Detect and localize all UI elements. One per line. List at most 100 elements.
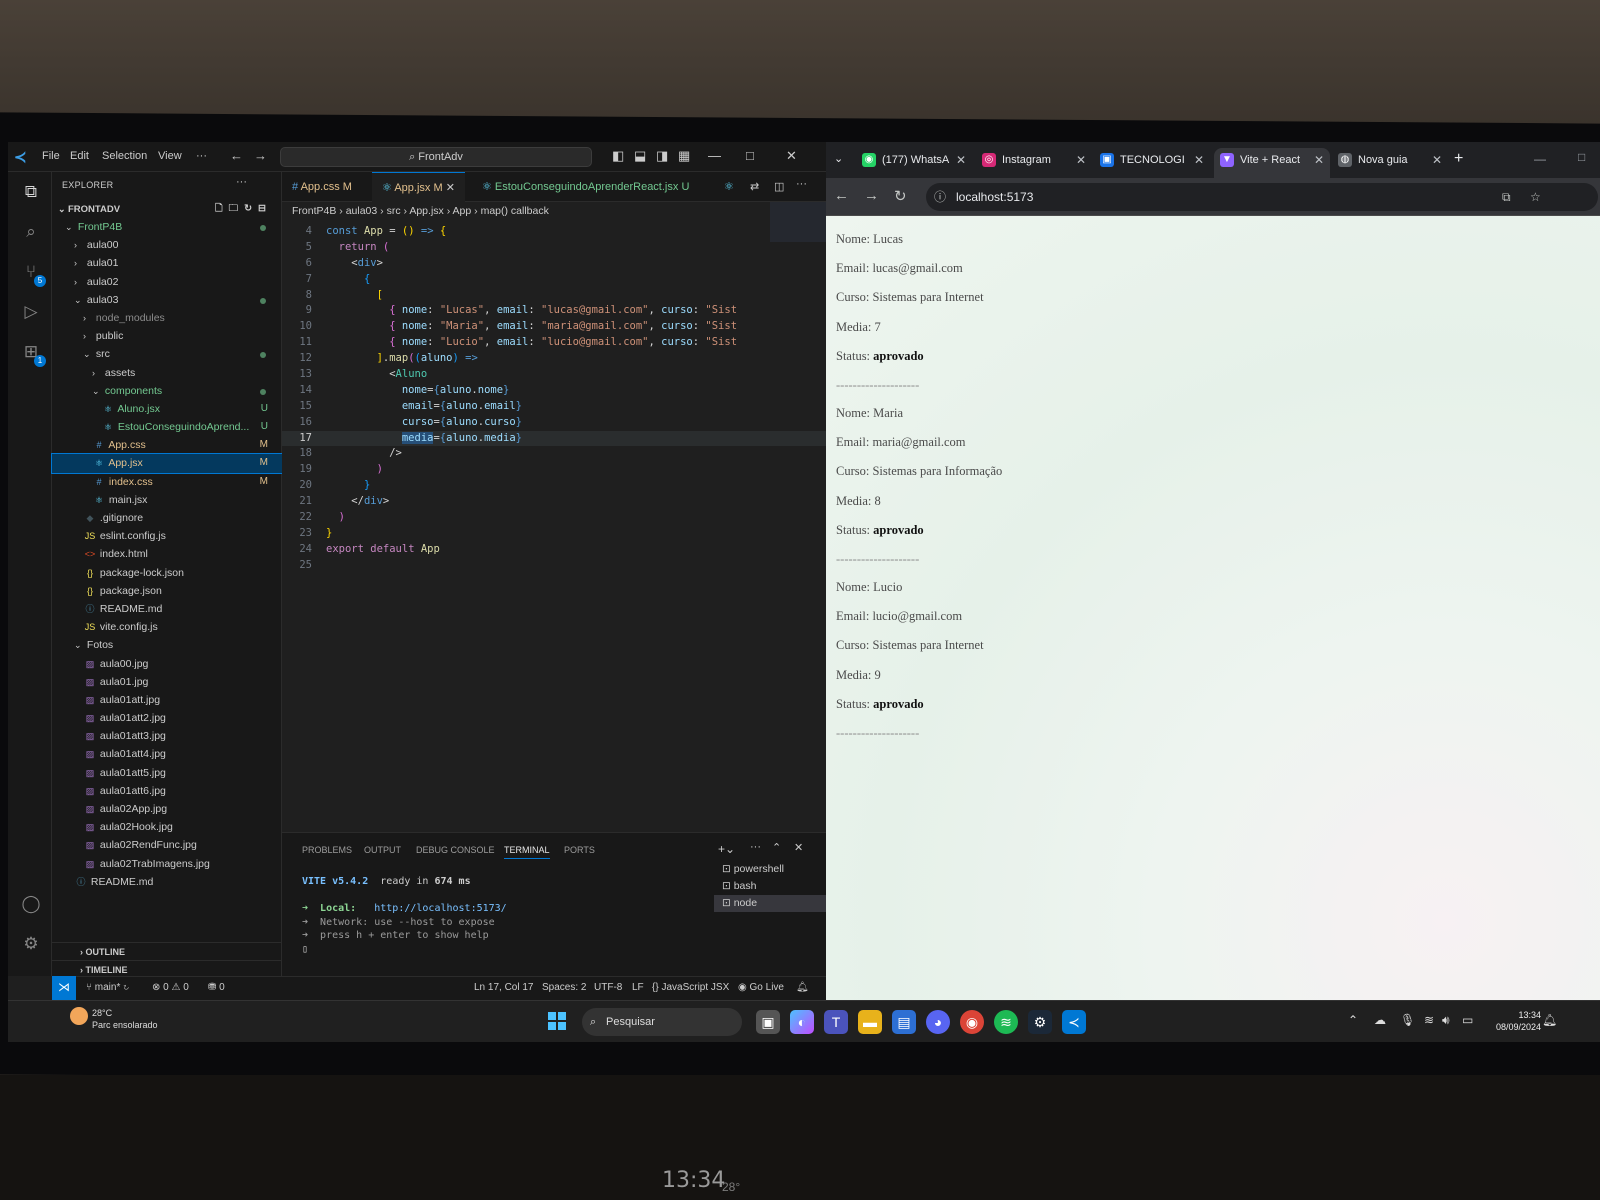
tab-app-jsx[interactable]: ⚛ App.jsx M ✕: [372, 172, 465, 202]
tree-item[interactable]: ⓘ README.md: [52, 600, 282, 618]
remote-indicator-icon[interactable]: ⋊: [52, 976, 76, 1000]
code-line[interactable]: 16 curso={aluno.curso}: [282, 415, 826, 431]
account-icon[interactable]: ◯: [20, 894, 42, 916]
tab-terminal[interactable]: TERMINAL: [504, 845, 550, 859]
compare-icon[interactable]: ⇄: [750, 180, 759, 193]
breadcrumb-item[interactable]: FrontP4B: [292, 205, 336, 217]
menu-view[interactable]: View: [158, 150, 182, 162]
tray-expand-icon[interactable]: ⌃: [1348, 1013, 1358, 1027]
code-line[interactable]: 17 media={aluno.media}: [282, 430, 826, 447]
weather-widget[interactable]: 28°C Parc ensolarado: [92, 1007, 158, 1031]
vscode-taskbar-icon[interactable]: ≺: [1062, 1010, 1086, 1034]
breadcrumb-item[interactable]: App.jsx: [409, 205, 443, 217]
tab-app-css[interactable]: # App.css M: [282, 172, 362, 202]
close-tab-icon[interactable]: ✕: [1194, 148, 1204, 172]
code-line[interactable]: 19 ): [282, 462, 826, 478]
close-tab-icon[interactable]: ✕: [446, 182, 455, 194]
forward-arrow-icon[interactable]: →: [254, 148, 267, 163]
tree-item[interactable]: JS vite.config.js: [52, 618, 282, 636]
code-line[interactable]: 24 export default App: [282, 542, 826, 558]
code-line[interactable]: 14 nome={aluno.nome}: [282, 383, 826, 399]
browser-tab[interactable]: ◉ (177) WhatsA ✕: [856, 148, 972, 178]
close-tab-icon[interactable]: ✕: [1076, 148, 1086, 172]
go-live-button[interactable]: ◉ Go Live: [738, 982, 784, 993]
menu-more[interactable]: ···: [196, 150, 207, 162]
code-line[interactable]: 18 />: [282, 446, 826, 462]
close-window-icon[interactable]: ✕: [786, 148, 797, 164]
branch-indicator[interactable]: ⑂ main* ↻: [86, 982, 129, 993]
tree-item[interactable]: ▨ aula02TrabImagens.jpg: [52, 855, 282, 873]
browser-tab[interactable]: ◎ Instagram ✕: [976, 148, 1092, 178]
tree-item[interactable]: <> index.html: [52, 545, 282, 563]
tree-item[interactable]: ▨ aula02RendFunc.jpg: [52, 836, 282, 854]
chrome-icon[interactable]: ◉: [960, 1010, 984, 1034]
tab-problems[interactable]: PROBLEMS: [302, 845, 352, 855]
back-arrow-icon[interactable]: ←: [834, 187, 849, 204]
outline-section[interactable]: › OUTLINE: [52, 942, 282, 960]
code-line[interactable]: 13 <Aluno: [282, 367, 826, 383]
tree-item[interactable]: JS eslint.config.js: [52, 527, 282, 545]
tree-item[interactable]: › aula02: [52, 273, 282, 291]
tree-item[interactable]: ▨ aula01att.jpg: [52, 691, 282, 709]
run-debug-icon[interactable]: ▷: [20, 302, 42, 324]
tree-item[interactable]: {} package-lock.json: [52, 564, 282, 582]
system-clock[interactable]: 13:34 08/09/2024: [1496, 1009, 1541, 1033]
tree-item[interactable]: › public: [52, 327, 282, 345]
more-actions-icon[interactable]: ···: [796, 178, 807, 190]
tree-item[interactable]: ⚛ EstouConseguindoAprend... U: [52, 418, 282, 436]
bell-icon[interactable]: 🔔︎: [796, 982, 809, 993]
windows-start-icon[interactable]: [548, 1012, 566, 1030]
teams-icon[interactable]: T: [824, 1010, 848, 1034]
command-center[interactable]: ⌕ FrontAdv: [280, 147, 592, 167]
line-ending[interactable]: LF: [632, 982, 644, 993]
browser-tab[interactable]: ◍ Nova guia ✕: [1332, 148, 1448, 178]
tree-item[interactable]: # App.css M: [52, 436, 282, 454]
tab-output[interactable]: OUTPUT: [364, 845, 401, 855]
tab-debug-console[interactable]: DEBUG CONSOLE: [416, 845, 495, 855]
code-line[interactable]: 21 </div>: [282, 494, 826, 510]
ports-count[interactable]: ⛃ 0: [208, 982, 225, 993]
tab-ports[interactable]: PORTS: [564, 845, 595, 855]
source-control-icon[interactable]: ⑂ 5: [20, 262, 46, 287]
maximize-icon[interactable]: □: [1578, 150, 1585, 164]
tree-item[interactable]: ⌄ Fotos: [52, 636, 282, 654]
workspace-root[interactable]: ⌄ FRONTADV 🗋🗀↻⊟: [52, 200, 282, 218]
toggle-panel-icon[interactable]: ⬓: [634, 148, 646, 164]
tree-item[interactable]: › node_modules: [52, 309, 282, 327]
menu-edit[interactable]: Edit: [70, 150, 89, 162]
more-actions-icon[interactable]: ···: [236, 176, 247, 188]
wifi-icon[interactable]: ≋: [1424, 1013, 1434, 1027]
bookmark-star-icon[interactable]: ☆: [1530, 183, 1541, 211]
steam-icon[interactable]: ⚙: [1028, 1010, 1052, 1034]
explorer-actions[interactable]: 🗋🗀↻⊟: [215, 200, 272, 218]
translate-icon[interactable]: ⧉: [1502, 183, 1511, 211]
volume-icon[interactable]: 🔊︎: [1442, 1013, 1450, 1028]
local-url[interactable]: http://localhost:5173/: [374, 903, 506, 914]
breadcrumb-item[interactable]: aula03: [346, 205, 378, 217]
open-changes-icon[interactable]: ⚛: [724, 180, 734, 193]
tab-estou-conseguindo[interactable]: ⚛ EstouConseguindoAprenderReact.jsx U: [472, 172, 699, 202]
close-tab-icon[interactable]: ✕: [956, 148, 966, 172]
new-terminal-icon[interactable]: +⌄: [718, 842, 735, 856]
maximize-icon[interactable]: □: [746, 148, 754, 163]
tree-item[interactable]: ▨ aula02App.jpg: [52, 800, 282, 818]
battery-icon[interactable]: ▭: [1462, 1013, 1473, 1027]
code-line[interactable]: 22 ): [282, 510, 826, 526]
task-view-icon[interactable]: ▣: [756, 1010, 780, 1034]
cursor-position[interactable]: Ln 17, Col 17: [474, 982, 534, 993]
notifications-bell-icon[interactable]: 🔔︎: [1542, 1013, 1557, 1027]
code-line[interactable]: 20 }: [282, 478, 826, 494]
more-actions-icon[interactable]: ···: [750, 841, 761, 853]
customize-layout-icon[interactable]: ▦: [678, 148, 690, 164]
weather-icon[interactable]: [70, 1007, 88, 1025]
reload-icon[interactable]: ↻: [894, 187, 907, 205]
file-explorer-icon[interactable]: ▬: [858, 1010, 882, 1034]
tree-item[interactable]: ⌄ aula03: [52, 291, 282, 309]
code-line[interactable]: 6 <div>: [282, 256, 826, 272]
extensions-icon[interactable]: ⊞ 1: [20, 342, 46, 367]
microphone-icon[interactable]: 🎙︎: [1400, 1013, 1415, 1027]
tree-item[interactable]: ⚛ Aluno.jsx U: [52, 400, 282, 418]
minimize-icon[interactable]: —: [1534, 152, 1546, 166]
tree-item[interactable]: › aula00: [52, 236, 282, 254]
code-line[interactable]: 8 [: [282, 288, 826, 304]
